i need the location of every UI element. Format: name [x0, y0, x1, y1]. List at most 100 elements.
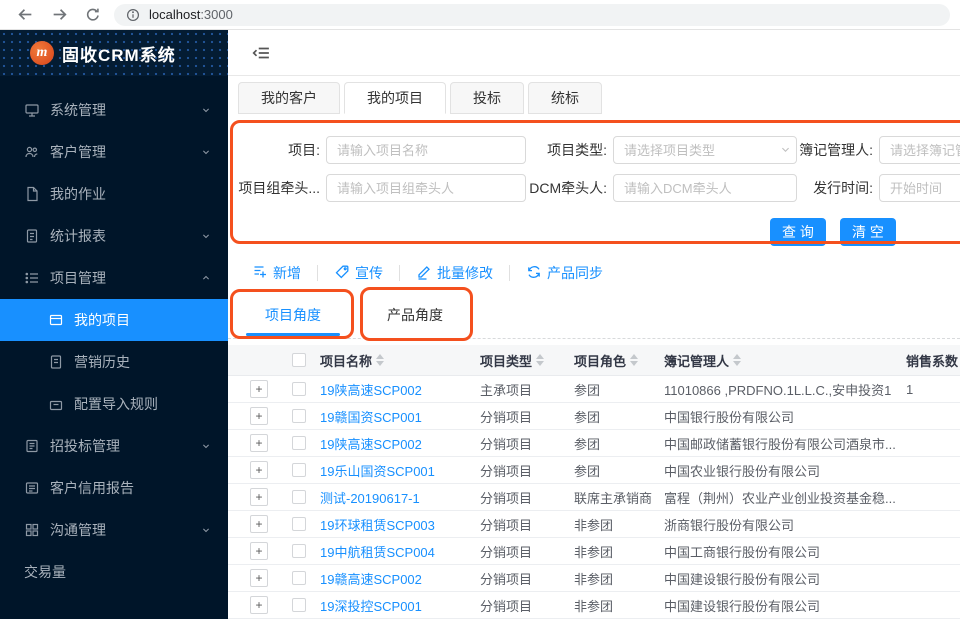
table-row: + 19中航租赁SCP004 分销项目 非参团 中国工商银行股份有限公司: [228, 538, 960, 565]
project-name-link[interactable]: 19深投控SCP001: [320, 596, 422, 615]
coefficient-cell: [906, 511, 958, 537]
expand-row-button[interactable]: +: [250, 569, 268, 587]
project-name-link[interactable]: 19赣国资SCP001: [320, 407, 422, 426]
issue-time-input[interactable]: [879, 174, 960, 202]
product-sync-button[interactable]: 产品同步: [526, 263, 603, 283]
tab-my-customers[interactable]: 我的客户: [238, 82, 340, 114]
apps-grid-icon: [24, 522, 40, 538]
row-checkbox[interactable]: [292, 544, 306, 558]
menu-fold-icon[interactable]: [252, 44, 270, 62]
row-checkbox[interactable]: [292, 598, 306, 612]
project-icon: [48, 312, 64, 328]
project-type-cell: 分销项目: [480, 565, 570, 591]
coefficient-cell: [906, 538, 958, 564]
promote-button-label: 宣传: [355, 263, 383, 283]
row-checkbox[interactable]: [292, 436, 306, 450]
expand-row-button[interactable]: +: [250, 380, 268, 398]
add-button[interactable]: 新增: [252, 263, 301, 283]
expand-row-button[interactable]: +: [250, 407, 268, 425]
project-name-link[interactable]: 19赣高速SCP002: [320, 569, 422, 588]
header-project-role[interactable]: 项目角色: [574, 351, 638, 370]
project-type-label: 项目类型:: [508, 136, 607, 164]
chevron-down-icon: [200, 524, 212, 536]
view-tab-project-angle[interactable]: 项目角度: [248, 302, 338, 328]
clear-button[interactable]: 清 空: [840, 218, 896, 246]
sidebar-item-my-tasks[interactable]: 我的作业: [0, 173, 228, 215]
expand-row-button[interactable]: +: [250, 596, 268, 614]
sidebar-item-marketing-history[interactable]: 营销历史: [0, 341, 228, 383]
tag-icon: [334, 264, 350, 283]
search-button[interactable]: 查 询: [770, 218, 826, 246]
coefficient-cell: [906, 565, 958, 591]
row-checkbox[interactable]: [292, 490, 306, 504]
sidebar-item-my-projects[interactable]: 我的项目: [0, 299, 228, 341]
sidebar-item-statistics-reports[interactable]: 统计报表: [0, 215, 228, 257]
report-icon: [24, 228, 40, 244]
expand-row-button[interactable]: +: [250, 434, 268, 452]
row-checkbox[interactable]: [292, 463, 306, 477]
sidebar-item-customer-management[interactable]: 客户管理: [0, 131, 228, 173]
sidebar-item-import-rules[interactable]: 配置导入规则: [0, 383, 228, 425]
back-icon[interactable]: [12, 3, 38, 27]
tab-label: 我的客户: [261, 88, 317, 108]
project-type-cell: 分销项目: [480, 484, 570, 510]
sidebar-item-system-management[interactable]: 系统管理: [0, 89, 228, 131]
bookrunner-input[interactable]: [879, 136, 960, 164]
view-tabs: 项目角度 产品角度: [228, 292, 960, 339]
sidebar-item-label: 我的项目: [74, 310, 130, 330]
table-row: + 19赣高速SCP002 分销项目 非参团 中国建设银行股份有限公司: [228, 565, 960, 592]
main-content: 我的客户 我的项目 投标 统标 项目: 项目类型: 簿记管理人: 项目组牵头..…: [228, 30, 960, 619]
add-list-icon: [252, 264, 268, 283]
bookrunner-label: 簿记管理人:: [728, 136, 873, 164]
address-bar[interactable]: localhost:3000: [114, 4, 950, 26]
sidebar-item-communication-management[interactable]: 沟通管理: [0, 509, 228, 551]
expand-row-button[interactable]: +: [250, 515, 268, 533]
bookrunner-cell: 11010866 ,PRDFNO.1L.L.C.,安申投资1: [664, 376, 904, 402]
header-project-name[interactable]: 项目名称: [320, 351, 384, 370]
credit-report-icon: [24, 480, 40, 496]
product-sync-button-label: 产品同步: [547, 263, 603, 283]
project-name-link[interactable]: 19乐山国资SCP001: [320, 461, 435, 480]
table-row: + 19赣国资SCP001 分销项目 参团 中国银行股份有限公司: [228, 403, 960, 430]
project-role-cell: 非参团: [574, 565, 662, 591]
tab-syndicate[interactable]: 统标: [528, 82, 602, 114]
row-checkbox[interactable]: [292, 409, 306, 423]
expand-row-button[interactable]: +: [250, 461, 268, 479]
promote-button[interactable]: 宣传: [334, 263, 383, 283]
sidebar-item-trading-volume[interactable]: 交易量: [0, 551, 228, 593]
project-name-link[interactable]: 19环球租赁SCP003: [320, 515, 435, 534]
sync-icon: [526, 264, 542, 283]
header-project-type[interactable]: 项目类型: [480, 351, 544, 370]
row-checkbox[interactable]: [292, 571, 306, 585]
forward-icon[interactable]: [46, 3, 72, 27]
batch-edit-button[interactable]: 批量修改: [416, 263, 493, 283]
coefficient-cell: 1: [906, 376, 958, 402]
refresh-icon[interactable]: [80, 3, 106, 27]
view-tab-product-angle[interactable]: 产品角度: [370, 302, 460, 328]
expand-row-button[interactable]: +: [250, 542, 268, 560]
row-checkbox[interactable]: [292, 382, 306, 396]
sidebar-item-project-management[interactable]: 项目管理: [0, 257, 228, 299]
team-icon: [24, 144, 40, 160]
expand-row-button[interactable]: +: [250, 488, 268, 506]
dcm-lead-label: DCM牵头人:: [508, 174, 607, 202]
sidebar-item-label: 沟通管理: [50, 520, 106, 540]
project-name-link[interactable]: 19陕高速SCP002: [320, 380, 422, 399]
select-all-checkbox[interactable]: [292, 353, 306, 367]
table-row: + 19深投控SCP001 分销项目 非参团 中国建设银行股份有限公司: [228, 592, 960, 619]
tab-my-projects[interactable]: 我的项目: [344, 82, 446, 114]
sidebar-item-credit-report[interactable]: 客户信用报告: [0, 467, 228, 509]
project-name-link[interactable]: 19陕高速SCP002: [320, 434, 422, 453]
chevron-down-icon: [200, 440, 212, 452]
group-lead-input[interactable]: [326, 174, 526, 202]
active-tab-underline: [246, 333, 340, 336]
sidebar-item-bidding-management[interactable]: 招投标管理: [0, 425, 228, 467]
row-checkbox[interactable]: [292, 517, 306, 531]
project-role-cell: 参团: [574, 430, 662, 456]
tab-bidding[interactable]: 投标: [450, 82, 524, 114]
group-lead-label: 项目组牵头...: [228, 174, 320, 202]
project-name-link[interactable]: 19中航租赁SCP004: [320, 542, 435, 561]
header-bookrunner[interactable]: 簿记管理人: [664, 351, 741, 370]
project-input[interactable]: [326, 136, 526, 164]
project-name-link[interactable]: 测试-20190617-1: [320, 488, 420, 507]
